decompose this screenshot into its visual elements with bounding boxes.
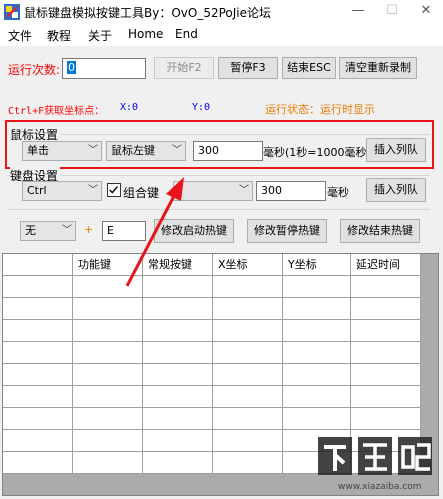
watermark-url: www.xiazaiba.com bbox=[338, 482, 422, 492]
watermark-logo: www.xiazaiba.com bbox=[316, 433, 438, 493]
watermark-logo-icon bbox=[318, 437, 432, 475]
annotation-arrow bbox=[125, 177, 184, 287]
